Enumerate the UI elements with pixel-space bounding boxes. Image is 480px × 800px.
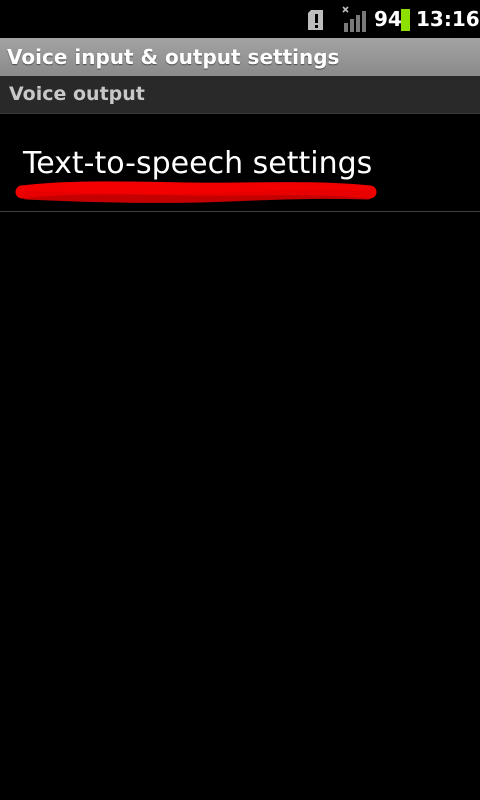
page-title: Voice input & output settings xyxy=(7,45,340,69)
battery-icon xyxy=(401,9,410,31)
red-underline-annotation xyxy=(15,181,377,203)
title-bar: Voice input & output settings xyxy=(0,38,480,76)
category-header-voice-output: Voice output xyxy=(0,76,480,114)
battery-percentage: 94 xyxy=(374,7,402,31)
category-label: Voice output xyxy=(9,83,145,105)
signal-no-service-icon xyxy=(342,6,366,32)
status-bar: 94 13:16 xyxy=(0,0,480,38)
sd-card-warning-icon xyxy=(308,10,323,30)
list-divider xyxy=(0,211,480,212)
status-clock: 13:16 xyxy=(416,7,480,31)
